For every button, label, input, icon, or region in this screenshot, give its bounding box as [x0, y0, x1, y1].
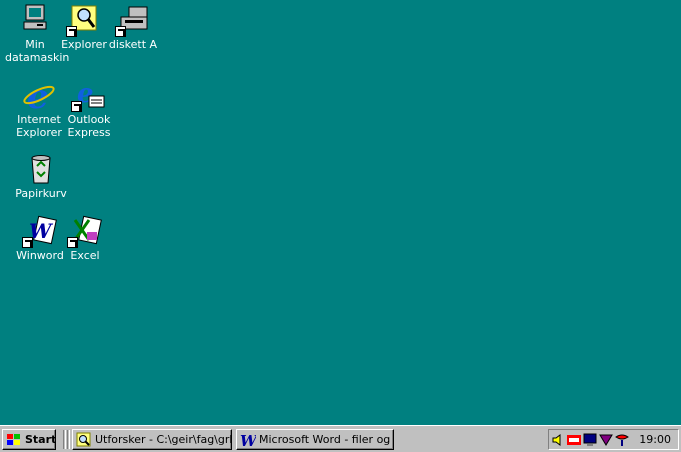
desktop-icon-recycle-bin[interactable]: Papirkurv — [11, 152, 71, 200]
clock[interactable]: 19:00 — [639, 433, 671, 446]
chat-icon[interactable] — [615, 433, 629, 447]
speaker-icon[interactable] — [551, 433, 565, 447]
shortcut-arrow-icon — [67, 237, 78, 248]
taskbar-button-explorer[interactable]: Utforsker - C:\geir\fag\grk-... — [72, 429, 232, 450]
explorer-magnifier-icon — [66, 3, 102, 37]
taskbar-separator — [63, 430, 66, 449]
word-icon: W — [240, 432, 259, 450]
excel-icon — [67, 214, 103, 248]
start-button[interactable]: Start — [2, 429, 56, 450]
svg-text:W: W — [240, 432, 256, 448]
shortcut-arrow-icon — [66, 26, 77, 37]
windows-logo-icon — [6, 432, 22, 448]
internet-explorer-icon: e — [21, 77, 57, 117]
taskbar-button-label: Utforsker - C:\geir\fag\grk-... — [95, 433, 231, 446]
desktop-icon-excel[interactable]: Excel — [55, 214, 115, 262]
shortcut-arrow-icon — [71, 101, 82, 112]
telenor-icon[interactable] — [567, 433, 581, 447]
shortcut-arrow-icon — [22, 237, 33, 248]
outlook-express-icon: e — [71, 78, 107, 112]
start-label: Start — [25, 433, 56, 446]
desktop-icon-label: Excel — [70, 249, 100, 262]
network-icon[interactable] — [599, 433, 613, 447]
taskbar-button-label: Microsoft Word - filer og m... — [259, 433, 393, 446]
explorer-magnifier-icon — [76, 432, 92, 448]
word-icon: W — [22, 214, 58, 248]
computer-icon — [17, 3, 53, 37]
floppy-icon — [115, 3, 151, 37]
desktop-icon-label: Papirkurv — [15, 187, 67, 200]
shortcut-arrow-icon — [115, 26, 126, 37]
desktop-icon-label: diskett A — [108, 38, 158, 51]
desktop-icon-outlook-express[interactable]: e Outlook Express — [59, 78, 119, 139]
taskbar-separator — [67, 430, 70, 449]
monitor-icon[interactable] — [583, 433, 597, 447]
taskbar: Start Utforsker - C:\geir\fag\grk-... W … — [0, 425, 681, 452]
desktop-icon-floppy[interactable]: diskett A — [103, 3, 163, 51]
recycle-bin-icon — [23, 152, 59, 186]
system-tray: 19:00 — [548, 429, 679, 450]
taskbar-button-word[interactable]: W Microsoft Word - filer og m... — [236, 429, 394, 450]
desktop-icon-label: Outlook Express — [67, 113, 111, 139]
